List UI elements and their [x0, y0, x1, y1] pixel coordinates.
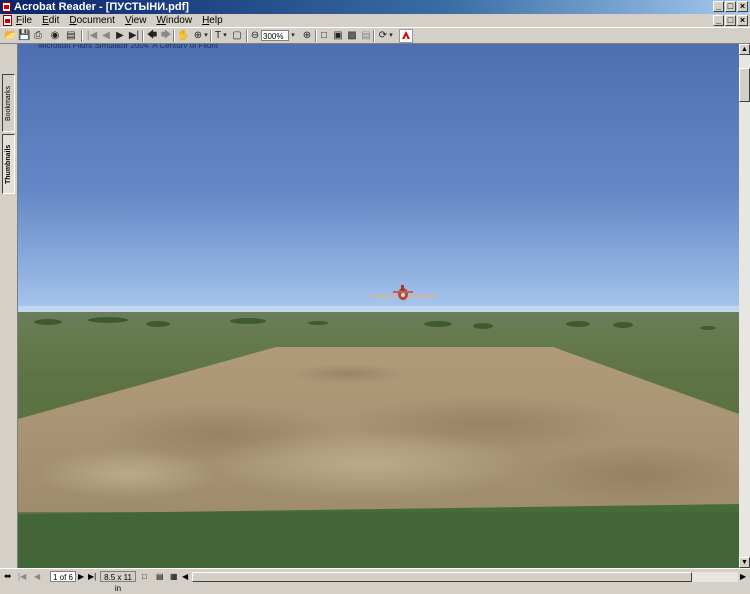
menu-bar: File Edit Document View Window Help _ □ …	[0, 14, 750, 27]
doc-minimize-button[interactable]: _	[713, 15, 724, 26]
status-next-page-icon[interactable]: ▶	[78, 571, 84, 582]
window-controls: _ □ ×	[713, 1, 748, 12]
text-select-dropdown-icon[interactable]: ▾	[222, 30, 228, 42]
fit-page-icon[interactable]: ▣	[332, 30, 344, 42]
zoom-in-icon[interactable]: ⊕	[301, 30, 313, 42]
horizontal-scroll-thumb[interactable]	[192, 572, 692, 582]
single-page-icon[interactable]: □	[142, 571, 147, 582]
menu-document[interactable]: Document	[69, 14, 115, 27]
status-first-page-icon[interactable]: |◀	[18, 571, 26, 582]
scroll-right-icon[interactable]: ▶	[740, 571, 746, 582]
save-icon[interactable]: 💾	[18, 30, 30, 42]
flight-scene-image	[18, 44, 739, 568]
menu-help[interactable]: Help	[202, 14, 223, 27]
tab-bookmarks[interactable]: Bookmarks	[2, 74, 15, 132]
page-number-field[interactable]: 1 of 6	[50, 571, 76, 582]
vertical-scroll-thumb[interactable]	[739, 68, 750, 102]
minimize-button[interactable]: _	[713, 1, 724, 12]
acrobat-app-icon[interactable]	[2, 2, 11, 12]
toolbar: 📂 💾 ⎙ ◉ ▤ |◀ ◀ ▶ ▶| 🡄 🡆 ✋ ⊕ ▾ T ▾ ▢ ⊖ 30…	[0, 27, 750, 44]
fit-width-icon[interactable]: ▩	[346, 30, 358, 42]
scroll-up-icon[interactable]: ▲	[739, 44, 750, 55]
go-forward-icon[interactable]: 🡆	[160, 30, 172, 42]
properties-icon[interactable]: ▤	[65, 30, 77, 42]
doc-close-button[interactable]: ×	[737, 15, 748, 26]
maximize-button[interactable]: □	[725, 1, 736, 12]
find-icon[interactable]: ◉	[49, 30, 61, 42]
page-caption-text: Microsoft Flight Simulator 2004: A Centu…	[38, 44, 228, 48]
nav-pane-toggle-icon[interactable]: ⬌	[4, 571, 12, 582]
vertical-scrollbar[interactable]: ▲ ▼	[739, 44, 750, 568]
tab-thumbnails[interactable]: Thumbnails	[2, 134, 15, 194]
menu-window[interactable]: Window	[156, 14, 192, 27]
close-button[interactable]: ×	[737, 1, 748, 12]
status-bar: ⬌ |◀ ◀ 1 of 6 ▶ ▶| 8.5 x 11 in □ ▤ ▦ ◀ ▶	[0, 568, 750, 593]
rotate-dropdown-icon[interactable]: ▾	[388, 30, 394, 42]
page-size-display: 8.5 x 11 in	[100, 571, 136, 593]
scroll-left-icon[interactable]: ◀	[182, 571, 188, 582]
go-back-icon[interactable]: 🡄	[146, 30, 158, 42]
next-page-icon[interactable]: ▶	[114, 30, 126, 42]
last-page-icon[interactable]: ▶|	[128, 30, 140, 42]
document-window-controls: _ □ ×	[713, 15, 748, 26]
reflow-icon[interactable]: ▤	[360, 30, 372, 42]
horizontal-scrollbar[interactable]	[192, 572, 738, 582]
document-icon[interactable]	[3, 15, 12, 26]
graphics-select-icon[interactable]: ▢	[231, 30, 243, 42]
navigation-pane-tabs: Bookmarks Thumbnails	[0, 44, 18, 568]
menu-edit[interactable]: Edit	[42, 14, 59, 27]
previous-page-icon[interactable]: ◀	[100, 30, 112, 42]
menu-view[interactable]: View	[125, 14, 147, 27]
hand-tool-icon[interactable]: ✋	[177, 30, 189, 42]
zoom-tool-dropdown-icon[interactable]: ▾	[203, 30, 209, 42]
continuous-icon[interactable]: ▤	[156, 571, 164, 582]
document-page-view[interactable]: Microsoft Flight Simulator 2004: A Centu…	[18, 44, 739, 568]
adobe-logo[interactable]	[399, 29, 413, 43]
first-page-icon[interactable]: |◀	[86, 30, 98, 42]
window-title: Acrobat Reader - [ПУСТЫНИ.pdf]	[14, 1, 189, 13]
continuous-facing-icon[interactable]: ▦	[170, 571, 178, 582]
print-icon[interactable]: ⎙	[32, 30, 44, 42]
scroll-down-icon[interactable]: ▼	[739, 557, 750, 568]
doc-restore-button[interactable]: □	[725, 15, 736, 26]
status-last-page-icon[interactable]: ▶|	[88, 571, 96, 582]
window-title-bar: Acrobat Reader - [ПУСТЫНИ.pdf] _ □ ×	[0, 0, 750, 14]
open-icon[interactable]: 📂	[4, 30, 16, 42]
zoom-out-icon[interactable]: ⊖	[249, 30, 261, 42]
zoom-dropdown-icon[interactable]: ▾	[290, 30, 296, 42]
actual-size-icon[interactable]: □	[318, 30, 330, 42]
status-previous-page-icon[interactable]: ◀	[34, 571, 40, 582]
zoom-level-input[interactable]: 300%	[261, 30, 289, 41]
menu-file[interactable]: File	[16, 14, 32, 27]
